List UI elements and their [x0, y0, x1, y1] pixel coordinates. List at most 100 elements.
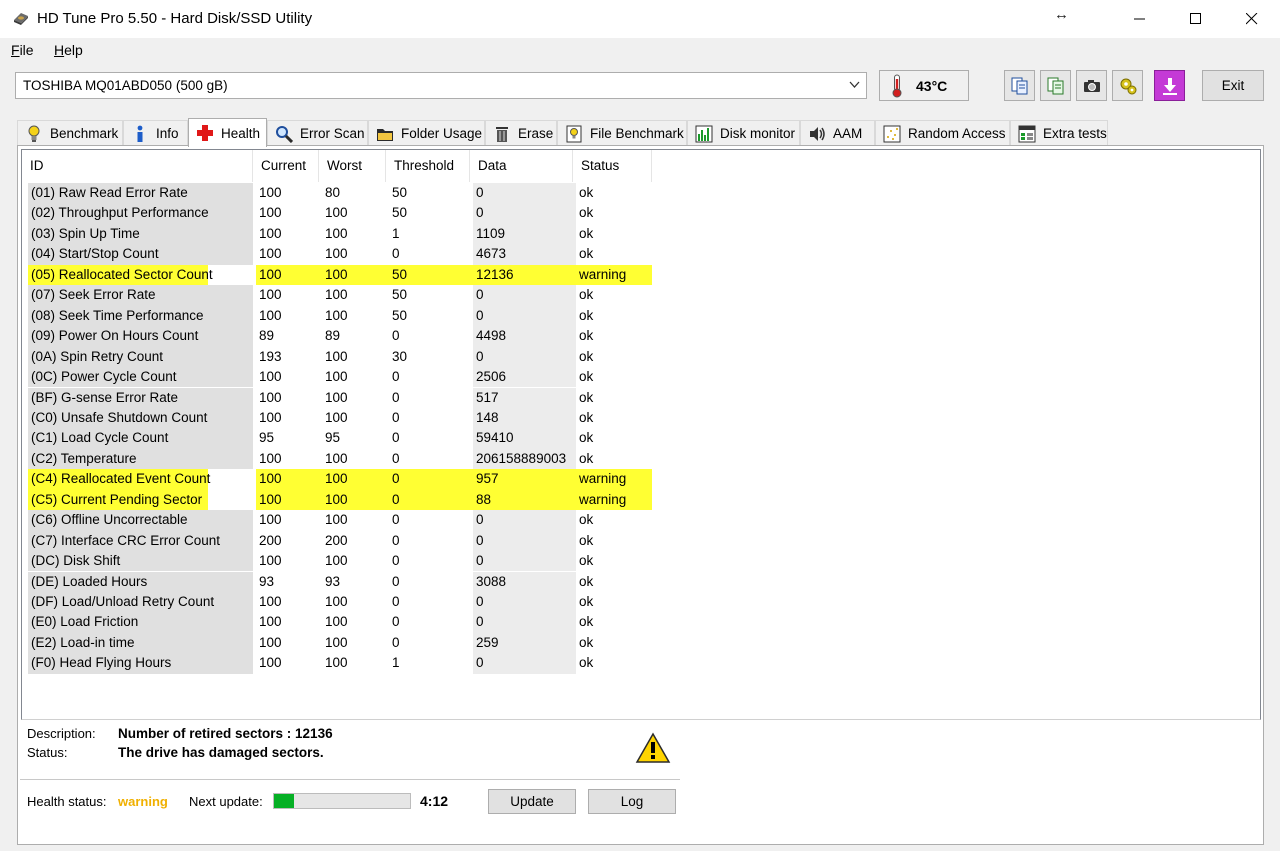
- tab-extra-tests[interactable]: Extra tests: [1010, 120, 1108, 146]
- cell-worst: 100: [325, 634, 348, 650]
- table-row[interactable]: (DF) Load/Unload Retry Count 100 100 0 0 ok: [28, 592, 652, 613]
- tab-aam[interactable]: AAM: [800, 120, 875, 146]
- tab-benchmark[interactable]: Benchmark: [17, 120, 123, 146]
- cell-threshold: 50: [392, 307, 408, 323]
- maximize-button[interactable]: [1168, 0, 1224, 38]
- column-header-id[interactable]: ID: [22, 150, 253, 182]
- title-bar: HD Tune Pro 5.50 - Hard Disk/SSD Utility…: [0, 0, 1280, 38]
- table-header: ID Current Worst Threshold Data Status: [22, 150, 1260, 182]
- description-value: Number of retired sectors : 12136: [118, 726, 333, 741]
- minimize-button[interactable]: [1112, 0, 1168, 38]
- cell-status: ok: [579, 573, 594, 589]
- table-row[interactable]: (03) Spin Up Time 100 100 1 1109 ok: [28, 223, 652, 245]
- close-icon: [1246, 13, 1258, 25]
- table-row[interactable]: (07) Seek Error Rate 100 100 50 0 ok: [28, 285, 652, 306]
- table-row[interactable]: (C6) Offline Uncorrectable 100 100 0 0 ok: [28, 510, 652, 531]
- column-header-data[interactable]: Data: [470, 150, 573, 182]
- exit-button[interactable]: Exit: [1202, 70, 1264, 101]
- cell-current: 100: [259, 205, 282, 221]
- folder-icon: [375, 124, 395, 144]
- cell-threshold: 0: [392, 430, 400, 446]
- tab-folder-usage[interactable]: Folder Usage: [368, 120, 485, 146]
- hdtune-app-icon: [14, 13, 28, 25]
- cell-data: 0: [473, 305, 576, 327]
- column-header-threshold[interactable]: Threshold: [386, 150, 470, 182]
- table-row[interactable]: (C4) Reallocated Event Count 100 100 0 957 wa…: [28, 469, 652, 490]
- cell-worst: 100: [322, 469, 389, 490]
- cell-status: ok: [579, 369, 594, 385]
- table-row[interactable]: (02) Throughput Performance 100 100 50 0 ok: [28, 203, 652, 224]
- camera-icon: [1083, 79, 1100, 92]
- tab-error-scan[interactable]: Error Scan: [267, 120, 368, 146]
- cell-current: 200: [259, 532, 282, 548]
- cell-data: 0: [473, 612, 576, 633]
- close-button[interactable]: [1224, 0, 1280, 38]
- countdown-value: 4:12: [420, 793, 449, 809]
- cell-current: 100: [259, 655, 282, 671]
- cell-worst: 100: [322, 264, 389, 286]
- cell-current: 193: [259, 348, 282, 364]
- cell-data: 957: [473, 469, 576, 490]
- cell-current: 100: [259, 246, 282, 262]
- download-arrow-icon: [1162, 77, 1177, 95]
- table-row[interactable]: (0C) Power Cycle Count 100 100 0 2506 ok: [28, 367, 652, 388]
- table-row[interactable]: (F0) Head Flying Hours 100 100 1 0 ok: [28, 653, 652, 674]
- column-header-worst[interactable]: Worst: [319, 150, 386, 182]
- table-row[interactable]: (C1) Load Cycle Count 95 95 0 59410 ok: [28, 428, 652, 449]
- health-status-label: Health status:: [27, 794, 107, 809]
- table-row[interactable]: (04) Start/Stop Count 100 100 0 4673 ok: [28, 244, 652, 265]
- tab-erase[interactable]: Erase: [485, 120, 557, 146]
- tab-random-access[interactable]: Random Access: [875, 120, 1010, 146]
- table-row[interactable]: (08) Seek Time Performance 100 100 50 0 ok: [28, 305, 652, 327]
- copy-all-button[interactable]: [1040, 70, 1071, 101]
- tab-health[interactable]: Health: [188, 118, 267, 147]
- table-row[interactable]: (0A) Spin Retry Count 193 100 30 0 ok: [28, 346, 652, 367]
- cell-status: ok: [579, 185, 594, 200]
- copy-text-button[interactable]: [1004, 70, 1035, 101]
- next-update-label: Next update:: [189, 794, 263, 809]
- drive-select[interactable]: TOSHIBA MQ01ABD050 (500 gB): [15, 72, 867, 99]
- health-panel: ID Current Worst Threshold Data Status (…: [17, 145, 1264, 845]
- smart-attributes-table[interactable]: ID Current Worst Threshold Data Status (…: [21, 149, 1261, 720]
- resize-arrows-icon[interactable]: ↔: [1054, 6, 1069, 23]
- cell-status: ok: [579, 307, 594, 323]
- cell-data: 0: [473, 510, 576, 531]
- table-row[interactable]: (01) Raw Read Error Rate 100 80 50 0 ok: [28, 183, 652, 204]
- cell-data: 3088: [473, 571, 576, 592]
- table-row[interactable]: (E2) Load-in time 100 100 0 259 ok: [28, 632, 652, 654]
- menu-file[interactable]: File: [11, 42, 34, 58]
- table-row[interactable]: (C7) Interface CRC Error Count 200 200 0 0 ok: [28, 530, 652, 552]
- cell-worst: 95: [325, 430, 341, 446]
- table-row[interactable]: (05) Reallocated Sector Count 100 100 50 121…: [28, 264, 652, 286]
- column-header-status[interactable]: Status: [573, 150, 652, 182]
- cell-id: (C6) Offline Uncorrectable: [28, 510, 253, 531]
- cell-id: (03) Spin Up Time: [28, 223, 253, 245]
- table-row[interactable]: (BF) G-sense Error Rate 100 100 0 517 ok: [28, 387, 652, 408]
- cell-id: (09) Power On Hours Count: [28, 326, 253, 347]
- menu-help[interactable]: Help: [54, 42, 83, 58]
- table-row[interactable]: (E0) Load Friction 100 100 0 0 ok: [28, 612, 652, 633]
- table-row[interactable]: (DC) Disk Shift 100 100 0 0 ok: [28, 551, 652, 572]
- tab-disk-monitor[interactable]: Disk monitor: [687, 120, 800, 146]
- screenshot-button[interactable]: [1076, 70, 1107, 101]
- tab-file-benchmark[interactable]: File Benchmark: [557, 120, 687, 146]
- cell-id: (DF) Load/Unload Retry Count: [28, 592, 253, 613]
- update-button[interactable]: Update: [488, 789, 576, 814]
- table-row[interactable]: (C2) Temperature 100 100 0 206158889003 ok: [28, 448, 652, 470]
- tab-info[interactable]: Info: [123, 120, 188, 146]
- table-row[interactable]: (C0) Unsafe Shutdown Count 100 100 0 148 ok: [28, 407, 652, 429]
- cell-current: 100: [256, 469, 322, 490]
- column-header-current[interactable]: Current: [253, 150, 319, 182]
- cell-status: ok: [579, 225, 594, 241]
- tab-label: Extra tests: [1043, 126, 1107, 141]
- cell-status: ok: [579, 594, 594, 609]
- table-row[interactable]: (DE) Loaded Hours 93 93 0 3088 ok: [28, 571, 652, 592]
- cell-id: (07) Seek Error Rate: [28, 285, 253, 306]
- cell-threshold: 50: [392, 205, 408, 221]
- options-button[interactable]: [1112, 70, 1143, 101]
- cell-status: ok: [579, 287, 594, 303]
- log-button[interactable]: Log: [588, 789, 676, 814]
- table-row[interactable]: (C5) Current Pending Sector 100 100 0 88 warn…: [28, 489, 652, 511]
- save-download-button[interactable]: [1154, 70, 1185, 101]
- table-row[interactable]: (09) Power On Hours Count 89 89 0 4498 ok: [28, 326, 652, 347]
